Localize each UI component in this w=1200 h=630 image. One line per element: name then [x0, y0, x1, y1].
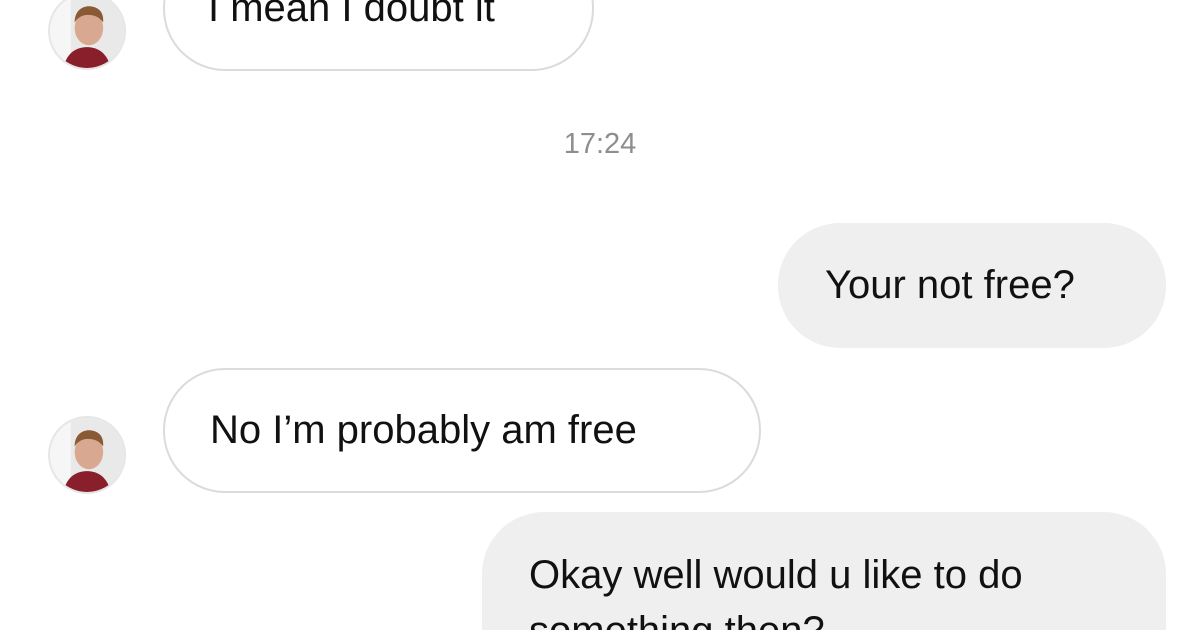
message-text: No I’m probably am free: [210, 408, 637, 452]
timestamp: 17:24: [563, 128, 637, 160]
avatar-photo: [50, 418, 124, 492]
message-bubble-incoming[interactable]: I mean I doubt it: [163, 0, 594, 71]
message-bubble-outgoing[interactable]: Okay well would u like to do something t…: [482, 512, 1166, 630]
message-text: Your not free?: [825, 263, 1075, 307]
avatar-photo: [50, 0, 124, 68]
message-text-line-2: something then?: [529, 607, 825, 630]
avatar[interactable]: [48, 0, 126, 70]
message-bubble-incoming[interactable]: No I’m probably am free: [163, 368, 761, 493]
message-bubble-outgoing[interactable]: Your not free?: [778, 223, 1166, 348]
message-text: I mean I doubt it: [208, 0, 495, 30]
avatar[interactable]: [48, 416, 126, 494]
message-text-line-1: Okay well would u like to do: [529, 553, 1023, 597]
